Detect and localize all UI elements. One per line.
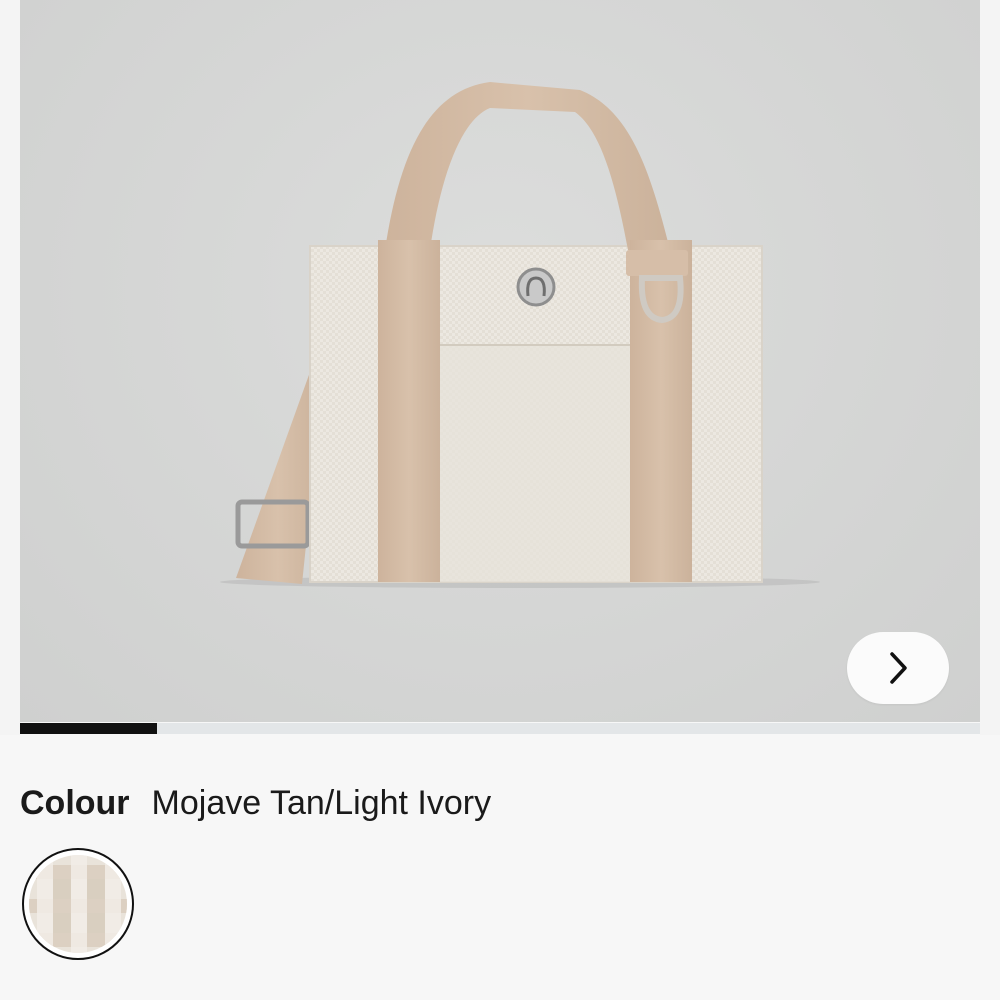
colour-value: Mojave Tan/Light Ivory [151,784,492,822]
page-margin-right [980,0,1000,735]
product-image-gallery[interactable] [20,0,980,722]
page-margin-left [0,0,20,735]
swatch-fabric-thumbnail [29,855,127,953]
gallery-progress-bar [20,723,980,734]
colour-row: Colour Mojave Tan/Light Ivory [20,784,491,823]
colour-swatch-selected[interactable] [22,848,134,960]
chevron-right-icon [890,652,907,684]
gallery-progress-fill [20,723,158,734]
product-image [220,82,820,588]
next-image-button[interactable] [847,632,949,704]
colour-label: Colour [20,784,130,822]
